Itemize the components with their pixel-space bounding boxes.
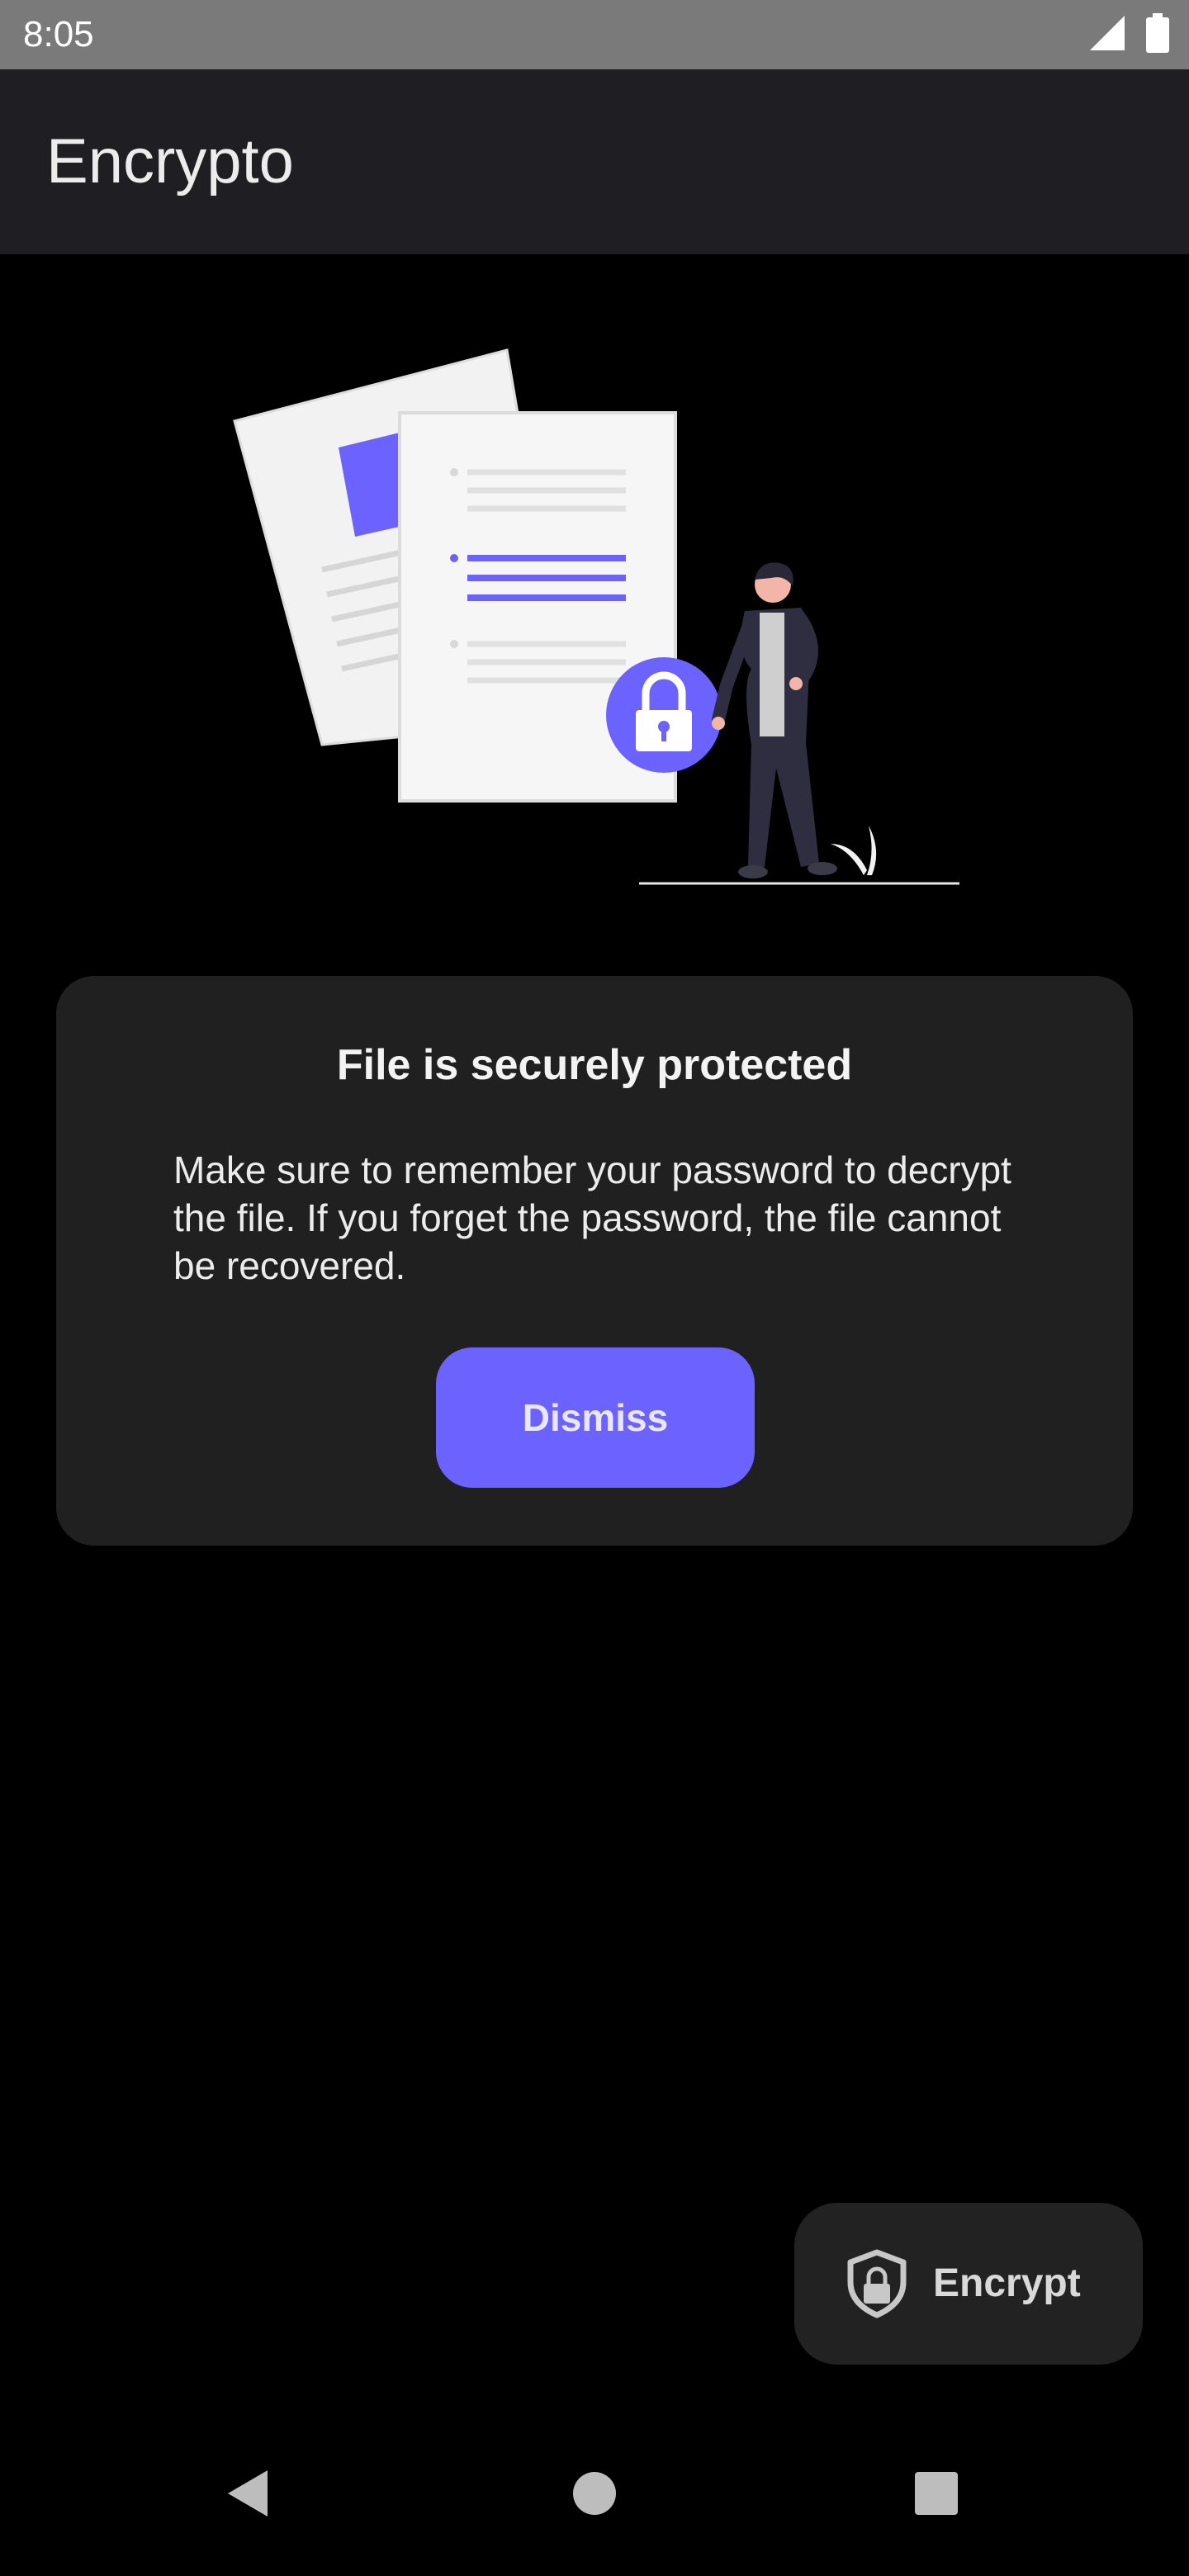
card-message: Make sure to remember your password to d… xyxy=(173,1148,1011,1287)
person-figure xyxy=(712,562,837,878)
home-icon xyxy=(571,2470,618,2521)
protected-info-card: File is securely protected Make sure to … xyxy=(56,976,1133,1546)
app-title: Encrypto xyxy=(46,126,294,197)
dismiss-button[interactable]: Dismiss xyxy=(436,1347,755,1488)
status-time: 8:05 xyxy=(23,14,94,54)
secure-files-illustration xyxy=(223,339,966,900)
back-icon xyxy=(225,2469,271,2522)
status-bar: 8:05 xyxy=(0,0,1189,69)
battery-icon xyxy=(1146,12,1169,57)
encrypt-button[interactable]: Encrypt xyxy=(794,2203,1143,2365)
plant-graphic xyxy=(831,826,877,875)
system-nav-bar xyxy=(0,2444,1189,2576)
signal-icon xyxy=(1088,14,1126,56)
recents-button[interactable] xyxy=(887,2446,986,2545)
home-button[interactable] xyxy=(545,2446,644,2545)
shield-lock-icon xyxy=(844,2249,910,2318)
card-title: File is securely protected xyxy=(336,1041,853,1089)
app-bar: Encrypto xyxy=(0,69,1189,254)
lock-icon xyxy=(606,657,722,773)
recents-icon xyxy=(914,2471,959,2520)
status-icons xyxy=(1088,12,1169,57)
encrypt-label: Encrypt xyxy=(933,2261,1081,2305)
back-button[interactable] xyxy=(198,2446,297,2545)
